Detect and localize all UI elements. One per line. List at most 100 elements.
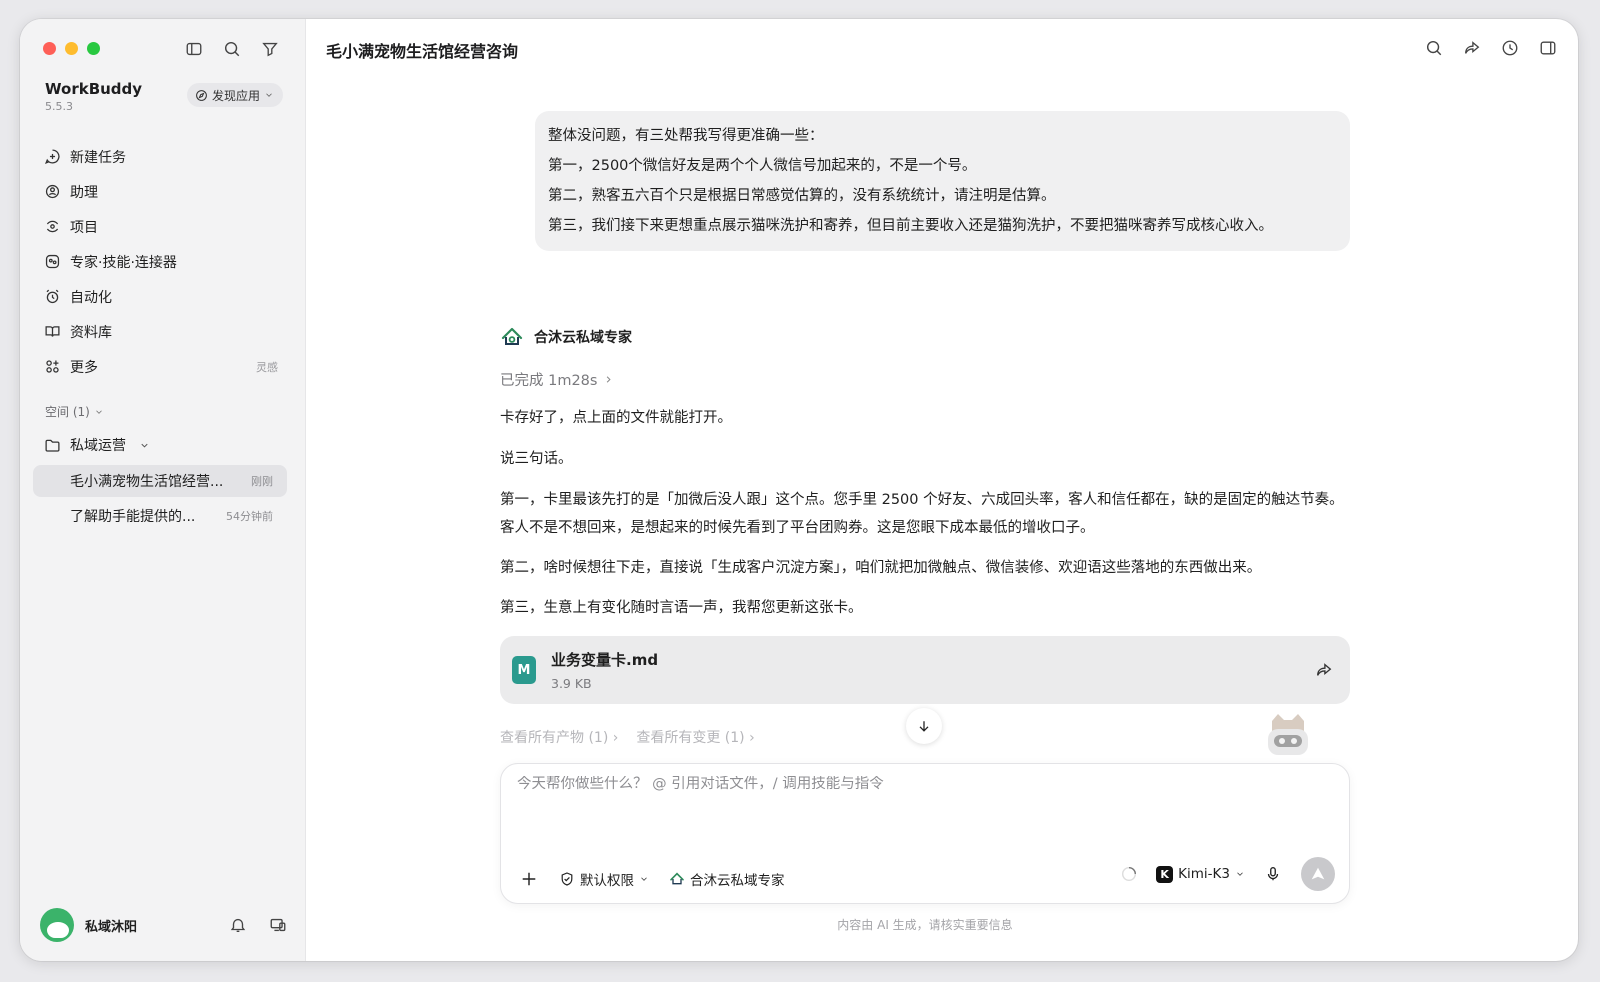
send-arrow-icon bbox=[1311, 867, 1325, 880]
view-changes-link[interactable]: 查看所有变更 (1) › bbox=[636, 727, 754, 747]
artifact-links: 查看所有产物 (1) › 查看所有变更 (1) › bbox=[500, 727, 755, 747]
nav-label: 更多 bbox=[70, 359, 98, 376]
sidebar-toggle-icon[interactable] bbox=[184, 39, 204, 59]
reply-paragraph: 卡存好了，点上面的文件就能打开。 bbox=[500, 410, 732, 426]
scroll-to-bottom-button[interactable] bbox=[906, 708, 942, 744]
filter-icon[interactable] bbox=[260, 39, 280, 59]
nav-label: 自动化 bbox=[70, 289, 112, 306]
microphone-icon[interactable] bbox=[1263, 864, 1283, 884]
app-window: WorkBuddy 5.5.3 发现应用 新建任务 助理 项目 专家·技能·连接… bbox=[20, 19, 1578, 961]
nav-label: 资料库 bbox=[70, 324, 112, 341]
reply-paragraph: 第二，啥时候想往下走，直接说「生成客户沉淀方案」，咱们就把加微触点、微信装修、欢… bbox=[500, 560, 1262, 576]
share-icon[interactable] bbox=[1462, 38, 1482, 58]
markdown-file-icon: M bbox=[512, 656, 536, 684]
nav-label: 助理 bbox=[70, 184, 98, 201]
session-time: 54分钟前 bbox=[226, 510, 273, 523]
apps-icon bbox=[46, 360, 59, 373]
shield-check-icon bbox=[561, 872, 573, 886]
user-name: 私域沐阳 bbox=[85, 919, 138, 935]
nav-new-task[interactable]: 新建任务 bbox=[34, 139, 292, 174]
bell-icon[interactable] bbox=[228, 915, 248, 935]
header-toolbar bbox=[1424, 38, 1558, 58]
chevron-down-icon bbox=[266, 93, 272, 97]
nav-label: 项目 bbox=[70, 219, 98, 236]
chevron-down-icon bbox=[96, 409, 102, 414]
session-item[interactable]: 了解助手能提供的... 54分钟前 bbox=[33, 500, 287, 532]
chevron-down-icon bbox=[1237, 872, 1243, 876]
view-artifacts-link[interactable]: 查看所有产物 (1) › bbox=[500, 727, 618, 747]
nav-assistant[interactable]: 助理 bbox=[34, 174, 292, 209]
link-label: 查看所有变更 (1) bbox=[636, 730, 745, 746]
sidebar: WorkBuddy 5.5.3 发现应用 新建任务 助理 项目 专家·技能·连接… bbox=[20, 19, 306, 961]
model-label: Kimi-K3 bbox=[1178, 866, 1230, 882]
share-icon[interactable] bbox=[1314, 660, 1334, 680]
permission-selector[interactable]: 默认权限 bbox=[559, 869, 649, 889]
spaces-label: 空间 (1) bbox=[45, 405, 90, 419]
kimi-logo-icon: K bbox=[1156, 865, 1174, 883]
user-message-line: 第一，2500个微信好友是两个个人微信号加起来的，不是一个号。 bbox=[548, 158, 977, 174]
composer: 默认权限 合沐云私域专家 K Kimi-K3 bbox=[500, 763, 1350, 904]
panel-toggle-icon[interactable] bbox=[1538, 38, 1558, 58]
spaces-header[interactable]: 空间 (1) bbox=[45, 403, 104, 420]
nav-label: 新建任务 bbox=[70, 149, 126, 166]
send-button[interactable] bbox=[1301, 857, 1335, 891]
avatar[interactable] bbox=[40, 908, 74, 942]
link-label: 查看所有产物 (1) bbox=[500, 730, 609, 746]
user-message-line: 第二，熟客五六百个只是根据日常感觉估算的，没有系统统计，请注明是估算。 bbox=[548, 188, 1056, 204]
experts-icon bbox=[45, 254, 60, 269]
nav-experts[interactable]: 专家·技能·连接器 bbox=[34, 244, 292, 279]
nav-library[interactable]: 资料库 bbox=[34, 314, 292, 349]
history-icon[interactable] bbox=[1500, 38, 1520, 58]
model-selector[interactable]: K Kimi-K3 bbox=[1156, 865, 1245, 883]
file-name: 业务变量卡.md bbox=[551, 651, 659, 669]
agent-selector[interactable]: 合沐云私域专家 bbox=[669, 869, 785, 889]
file-size: 3.9 KB bbox=[551, 676, 592, 691]
minimize-window-button[interactable] bbox=[65, 42, 78, 55]
window-controls bbox=[43, 42, 100, 55]
mascot-icon bbox=[1268, 714, 1308, 755]
chat-pane: 毛小满宠物生活馆经营咨询 整体没问题，有三处帮我写得更准确一些： 第一，2500… bbox=[306, 19, 1578, 961]
search-icon[interactable] bbox=[1424, 38, 1444, 58]
close-window-button[interactable] bbox=[43, 42, 56, 55]
permission-label: 默认权限 bbox=[580, 873, 634, 889]
arrow-down-icon bbox=[919, 721, 929, 732]
chevron-right-icon bbox=[607, 376, 612, 383]
app-version: 5.5.3 bbox=[45, 100, 73, 113]
completion-status[interactable]: 已完成 1m28s bbox=[500, 369, 614, 390]
agent-logo-icon bbox=[501, 327, 523, 345]
agent-logo-icon bbox=[670, 872, 684, 885]
composer-left-tools: 默认权限 合沐云私域专家 bbox=[519, 869, 785, 889]
agent-label: 合沐云私域专家 bbox=[690, 873, 785, 889]
nav-projects[interactable]: 项目 bbox=[34, 209, 292, 244]
user-bar: 私域沐阳 bbox=[40, 905, 298, 945]
message-input[interactable] bbox=[517, 776, 1317, 792]
chevron-down-icon bbox=[141, 443, 148, 448]
reply-paragraph: 说三句话。 bbox=[500, 451, 573, 467]
ai-disclaimer: 内容由 AI 生成，请核实重要信息 bbox=[837, 918, 1013, 932]
add-icon[interactable] bbox=[519, 869, 539, 889]
discover-apps-button[interactable]: 发现应用 bbox=[187, 83, 284, 107]
search-icon[interactable] bbox=[222, 39, 242, 59]
devices-icon[interactable] bbox=[268, 915, 288, 935]
new-task-icon bbox=[44, 149, 60, 165]
chevron-down-icon bbox=[641, 877, 647, 881]
session-item[interactable]: 毛小满宠物生活馆经营... 刚刚 bbox=[33, 465, 287, 497]
reply-paragraph: 第三，生意上有变化随时言语一声，我帮您更新这张卡。 bbox=[500, 600, 863, 616]
nav-label: 专家·技能·连接器 bbox=[70, 254, 177, 271]
reply-paragraph: 第一，卡里最该先打的是「加微后没人跟」这个点。您手里 2500 个好友、六成回头… bbox=[500, 492, 1344, 536]
nav-hint: 灵感 bbox=[256, 360, 278, 374]
discover-apps-label: 发现应用 bbox=[212, 88, 261, 103]
user-tools bbox=[228, 915, 288, 935]
maximize-window-button[interactable] bbox=[87, 42, 100, 55]
session-time: 刚刚 bbox=[251, 475, 273, 488]
nav-more[interactable]: 更多 灵感 bbox=[34, 349, 292, 384]
compass-icon bbox=[196, 89, 207, 101]
sidebar-toolbar bbox=[184, 39, 280, 59]
nav-automation[interactable]: 自动化 bbox=[34, 279, 292, 314]
user-message-bubble: 整体没问题，有三处帮我写得更准确一些： 第一，2500个微信好友是两个个人微信号… bbox=[535, 111, 1350, 251]
space-folder[interactable]: 私域运营 bbox=[44, 429, 150, 461]
agent-header: 合沐云私域专家 bbox=[500, 325, 632, 349]
file-card[interactable]: M 业务变量卡.md 3.9 KB bbox=[500, 636, 1350, 704]
brand: WorkBuddy 5.5.3 bbox=[45, 80, 142, 113]
folder-icon bbox=[45, 439, 60, 452]
